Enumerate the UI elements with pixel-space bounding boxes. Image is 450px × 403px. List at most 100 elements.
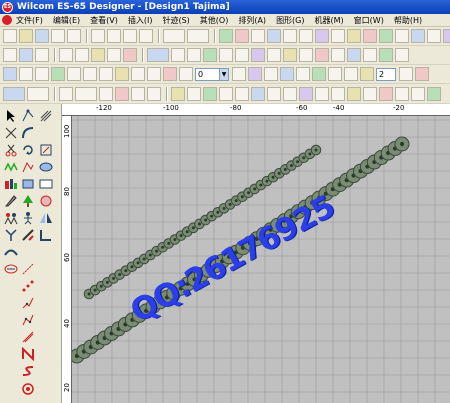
paste-icon[interactable]: [123, 29, 137, 43]
options-icon[interactable]: [415, 67, 429, 81]
pan-icon[interactable]: [315, 29, 329, 43]
print-icon[interactable]: [51, 29, 65, 43]
contour-icon[interactable]: [67, 67, 81, 81]
node-edit-icon[interactable]: [379, 86, 393, 101]
stipple-icon[interactable]: [163, 67, 177, 81]
step-fill-icon[interactable]: [3, 67, 17, 81]
bead-icon[interactable]: [248, 67, 262, 81]
reshape-icon[interactable]: [27, 86, 49, 101]
design-canvas[interactable]: QQ:26176925: [72, 116, 450, 403]
select-arrow-icon[interactable]: [3, 108, 19, 124]
cross-select-icon[interactable]: [3, 125, 19, 141]
mirror-icon[interactable]: [219, 48, 233, 62]
people-icon[interactable]: [3, 210, 19, 226]
menu-edit[interactable]: 编辑(E): [53, 15, 80, 26]
diagonal-lines-icon[interactable]: [38, 108, 54, 124]
tie-icon[interactable]: [299, 48, 313, 62]
array-icon[interactable]: [267, 48, 281, 62]
count-combo[interactable]: 2: [376, 67, 396, 81]
cross-stitch-icon[interactable]: [219, 86, 233, 101]
pattern-icon[interactable]: [51, 67, 65, 81]
settings-icon[interactable]: [411, 29, 425, 43]
chenille-icon[interactable]: [344, 67, 358, 81]
align-icon[interactable]: [203, 48, 217, 62]
monogram-icon[interactable]: [187, 86, 201, 101]
stitch-player-icon[interactable]: [379, 29, 393, 43]
lettering-icon[interactable]: [171, 86, 185, 101]
n-curve-icon[interactable]: [20, 346, 36, 362]
box-fill-icon[interactable]: [20, 176, 36, 192]
zoom-combo[interactable]: 0 ▼: [195, 67, 229, 81]
offset-icon[interactable]: [267, 86, 281, 101]
scale-icon[interactable]: [251, 48, 265, 62]
edit-box-icon[interactable]: [38, 142, 54, 158]
chevron-down-icon[interactable]: ▼: [219, 68, 228, 80]
menu-help[interactable]: 帮助(H): [394, 15, 422, 26]
bezier-icon[interactable]: [411, 86, 425, 101]
shape-library-icon[interactable]: [38, 193, 54, 209]
run-path-icon[interactable]: [20, 261, 36, 277]
undo-icon[interactable]: [163, 29, 185, 43]
menu-machine[interactable]: 机器(M): [315, 15, 344, 26]
reshape-node-icon[interactable]: [20, 108, 36, 124]
show-hoop-icon[interactable]: [267, 29, 281, 43]
star-icon[interactable]: [312, 67, 326, 81]
stop-icon[interactable]: [331, 48, 345, 62]
document-icon[interactable]: [2, 15, 12, 25]
florentine-icon[interactable]: [35, 67, 49, 81]
save-icon[interactable]: [35, 29, 49, 43]
zigzag-icon[interactable]: [115, 86, 129, 101]
bridge-icon[interactable]: [360, 67, 374, 81]
show-outlines-icon[interactable]: [235, 29, 249, 43]
jump-icon[interactable]: [315, 48, 329, 62]
tatami-icon[interactable]: [35, 48, 49, 62]
fabric-icon[interactable]: [363, 29, 377, 43]
zoom-in-icon[interactable]: [283, 29, 297, 43]
run-dots-icon[interactable]: [20, 278, 36, 294]
freehand-icon[interactable]: [427, 86, 441, 101]
stitch-path-icon[interactable]: [3, 159, 19, 175]
knife-cut-icon[interactable]: [3, 193, 19, 209]
radial-icon[interactable]: [83, 67, 97, 81]
bar-tool-icon[interactable]: [3, 176, 19, 192]
fill-icon[interactable]: [91, 48, 105, 62]
auto-digitize-icon[interactable]: [331, 86, 345, 101]
select-object-icon[interactable]: [3, 86, 25, 101]
rotate-tool-icon[interactable]: [20, 142, 36, 158]
team-names-icon[interactable]: [203, 86, 217, 101]
run-icon[interactable]: [75, 48, 89, 62]
triple-run-icon[interactable]: [20, 295, 36, 311]
info-icon[interactable]: [427, 29, 441, 43]
tree-icon[interactable]: [20, 193, 36, 209]
cut-icon[interactable]: [91, 29, 105, 43]
split-icon[interactable]: [3, 48, 17, 62]
trim-icon[interactable]: [283, 48, 297, 62]
arc-icon[interactable]: [20, 125, 36, 141]
overview-icon[interactable]: [395, 29, 409, 43]
show-grid-icon[interactable]: [251, 29, 265, 43]
redo-icon[interactable]: [187, 29, 209, 43]
drop-icon[interactable]: [264, 67, 278, 81]
measure-icon[interactable]: [331, 29, 345, 43]
applique-icon[interactable]: [179, 67, 193, 81]
menu-window[interactable]: 窗口(W): [354, 15, 384, 26]
spiral-icon[interactable]: [99, 67, 113, 81]
rectangle-icon[interactable]: [38, 176, 54, 192]
spin-icon[interactable]: [399, 67, 413, 81]
stitch-type-icon[interactable]: [19, 48, 33, 62]
input-b-icon[interactable]: [75, 86, 97, 101]
center-point-icon[interactable]: [20, 381, 36, 397]
hatch-icon[interactable]: [235, 86, 249, 101]
blanket-icon[interactable]: [147, 86, 161, 101]
trace-icon[interactable]: [395, 48, 409, 62]
knife-icon[interactable]: [395, 86, 409, 101]
e-stitch-icon[interactable]: [131, 86, 145, 101]
open-icon[interactable]: [19, 29, 33, 43]
convert-icon[interactable]: [315, 86, 329, 101]
weld-icon[interactable]: [283, 86, 297, 101]
slant-icon[interactable]: [20, 227, 36, 243]
backtrack-icon[interactable]: [20, 329, 36, 345]
copy-icon[interactable]: [107, 29, 121, 43]
3d-icon[interactable]: [328, 67, 342, 81]
input-a-icon[interactable]: [59, 86, 73, 101]
